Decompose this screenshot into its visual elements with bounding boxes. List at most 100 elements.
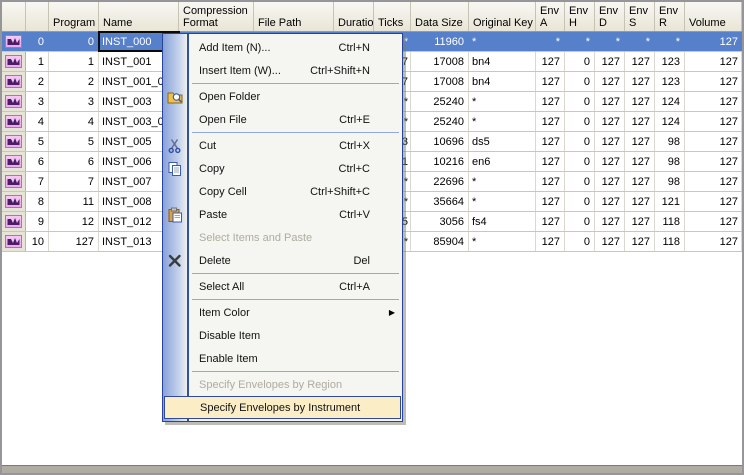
column-header-file_path[interactable]: File Path: [254, 2, 334, 31]
column-header-name[interactable]: Name: [99, 2, 179, 31]
original-key-cell[interactable]: *: [469, 172, 536, 191]
row-header-cell[interactable]: 9: [26, 212, 49, 231]
volume-cell[interactable]: 127: [685, 52, 742, 71]
instrument-icon-cell[interactable]: [2, 152, 26, 171]
column-header-data_size[interactable]: Data Size: [411, 2, 469, 31]
env-r-cell[interactable]: 98: [655, 132, 685, 151]
data-size-cell[interactable]: 35664: [411, 192, 469, 211]
env-a-cell[interactable]: 127: [536, 192, 565, 211]
data-size-cell[interactable]: 25240: [411, 112, 469, 131]
data-size-cell[interactable]: 17008: [411, 72, 469, 91]
volume-cell[interactable]: 127: [685, 212, 742, 231]
menu-item-select-all[interactable]: Select AllCtrl+A: [163, 275, 402, 298]
env-h-cell[interactable]: *: [565, 32, 595, 51]
env-a-cell[interactable]: 127: [536, 52, 565, 71]
instrument-icon-cell[interactable]: [2, 52, 26, 71]
env-s-cell[interactable]: *: [625, 32, 655, 51]
env-h-cell[interactable]: 0: [565, 132, 595, 151]
column-header-env_r[interactable]: Env R: [655, 2, 685, 31]
row-header-cell[interactable]: 0: [26, 32, 49, 51]
original-key-cell[interactable]: *: [469, 112, 536, 131]
env-s-cell[interactable]: 127: [625, 72, 655, 91]
instrument-icon-cell[interactable]: [2, 212, 26, 231]
column-header-original_key[interactable]: Original Key: [469, 2, 536, 31]
original-key-cell[interactable]: bn4: [469, 72, 536, 91]
data-size-cell[interactable]: 85904: [411, 232, 469, 251]
row-header-cell[interactable]: 7: [26, 172, 49, 191]
original-key-cell[interactable]: bn4: [469, 52, 536, 71]
env-h-cell[interactable]: 0: [565, 192, 595, 211]
env-a-cell[interactable]: 127: [536, 172, 565, 191]
env-h-cell[interactable]: 0: [565, 112, 595, 131]
env-d-cell[interactable]: 127: [595, 172, 625, 191]
row-header-cell[interactable]: 5: [26, 132, 49, 151]
env-r-cell[interactable]: 98: [655, 152, 685, 171]
column-header-program[interactable]: Program: [49, 2, 99, 31]
instrument-icon-cell[interactable]: [2, 232, 26, 251]
original-key-cell[interactable]: *: [469, 92, 536, 111]
env-h-cell[interactable]: 0: [565, 52, 595, 71]
instrument-icon-cell[interactable]: [2, 192, 26, 211]
volume-cell[interactable]: 127: [685, 152, 742, 171]
env-s-cell[interactable]: 127: [625, 52, 655, 71]
env-a-cell[interactable]: 127: [536, 212, 565, 231]
env-h-cell[interactable]: 0: [565, 152, 595, 171]
volume-cell[interactable]: 127: [685, 32, 742, 51]
menu-item-add-item-n[interactable]: Add Item (N)...Ctrl+N: [163, 36, 402, 59]
env-h-cell[interactable]: 0: [565, 212, 595, 231]
data-size-cell[interactable]: 17008: [411, 52, 469, 71]
data-size-cell[interactable]: 10696: [411, 132, 469, 151]
volume-cell[interactable]: 127: [685, 232, 742, 251]
env-s-cell[interactable]: 127: [625, 232, 655, 251]
program-cell[interactable]: 2: [49, 72, 99, 91]
data-size-cell[interactable]: 22696: [411, 172, 469, 191]
instrument-icon-cell[interactable]: [2, 72, 26, 91]
row-header-cell[interactable]: 3: [26, 92, 49, 111]
data-size-cell[interactable]: 11960: [411, 32, 469, 51]
env-d-cell[interactable]: 127: [595, 132, 625, 151]
menu-item-copy[interactable]: CopyCtrl+C: [163, 157, 402, 180]
program-cell[interactable]: 11: [49, 192, 99, 211]
instrument-icon-cell[interactable]: [2, 32, 26, 51]
env-a-cell[interactable]: 127: [536, 152, 565, 171]
volume-cell[interactable]: 127: [685, 72, 742, 91]
column-header-env_a[interactable]: Env A: [536, 2, 565, 31]
env-s-cell[interactable]: 127: [625, 92, 655, 111]
volume-cell[interactable]: 127: [685, 92, 742, 111]
menu-item-item-color[interactable]: Item Color▶: [163, 301, 402, 324]
column-header-icon[interactable]: [2, 2, 26, 31]
volume-cell[interactable]: 127: [685, 172, 742, 191]
program-cell[interactable]: 127: [49, 232, 99, 251]
column-header-compression_format[interactable]: Compression Format: [179, 2, 254, 31]
env-h-cell[interactable]: 0: [565, 172, 595, 191]
data-size-cell[interactable]: 25240: [411, 92, 469, 111]
instrument-icon-cell[interactable]: [2, 112, 26, 131]
instrument-icon-cell[interactable]: [2, 172, 26, 191]
original-key-cell[interactable]: fs4: [469, 212, 536, 231]
volume-cell[interactable]: 127: [685, 132, 742, 151]
program-cell[interactable]: 7: [49, 172, 99, 191]
env-r-cell[interactable]: 123: [655, 72, 685, 91]
row-header-cell[interactable]: 8: [26, 192, 49, 211]
row-header-cell[interactable]: 6: [26, 152, 49, 171]
menu-item-copy-cell[interactable]: Copy CellCtrl+Shift+C: [163, 180, 402, 203]
env-d-cell[interactable]: 127: [595, 112, 625, 131]
column-header-ticks[interactable]: Ticks: [374, 2, 411, 31]
env-a-cell[interactable]: 127: [536, 112, 565, 131]
env-d-cell[interactable]: *: [595, 32, 625, 51]
env-d-cell[interactable]: 127: [595, 232, 625, 251]
env-a-cell[interactable]: 127: [536, 232, 565, 251]
data-size-cell[interactable]: 10216: [411, 152, 469, 171]
env-r-cell[interactable]: 118: [655, 232, 685, 251]
original-key-cell[interactable]: en6: [469, 152, 536, 171]
column-header-row_header[interactable]: [26, 2, 49, 31]
menu-item-open-folder[interactable]: Open Folder: [163, 85, 402, 108]
env-a-cell[interactable]: *: [536, 32, 565, 51]
original-key-cell[interactable]: *: [469, 232, 536, 251]
data-size-cell[interactable]: 3056: [411, 212, 469, 231]
menu-item-enable-item[interactable]: Enable Item: [163, 347, 402, 370]
env-r-cell[interactable]: 118: [655, 212, 685, 231]
menu-item-disable-item[interactable]: Disable Item: [163, 324, 402, 347]
row-header-cell[interactable]: 1: [26, 52, 49, 71]
env-s-cell[interactable]: 127: [625, 212, 655, 231]
